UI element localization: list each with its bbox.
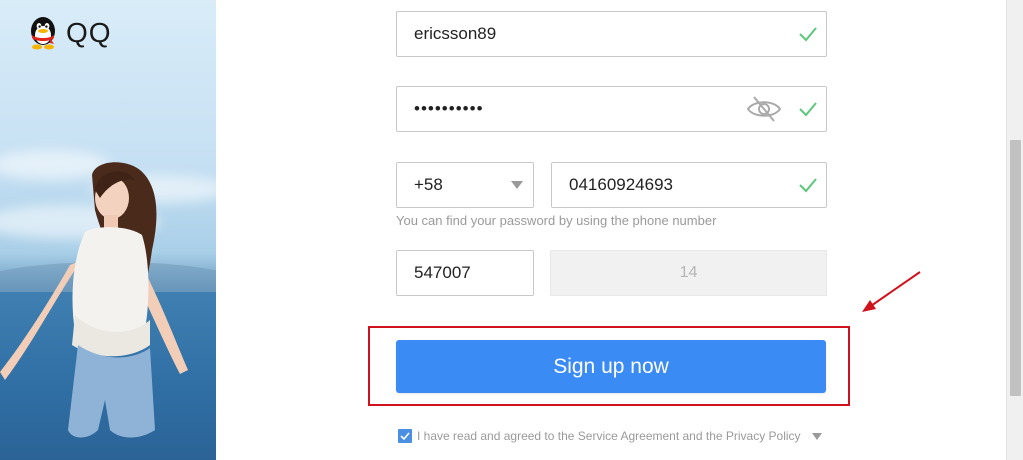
- chevron-down-icon: [511, 181, 523, 189]
- sms-code-field[interactable]: 547007: [396, 250, 534, 296]
- resend-countdown-button: 14: [550, 250, 827, 296]
- person-illustration: [0, 162, 188, 438]
- checkmark-icon: [400, 432, 410, 441]
- eye-slash-icon[interactable]: [746, 94, 782, 124]
- hero-image: QQ: [0, 0, 216, 460]
- password-value: ••••••••••: [414, 99, 484, 118]
- check-icon: [799, 102, 817, 117]
- phone-value: 04160924693: [569, 175, 674, 194]
- phone-hint: You can find your password by using the …: [396, 213, 717, 228]
- password-field[interactable]: ••••••••••: [396, 86, 827, 132]
- check-icon: [799, 178, 817, 193]
- agreement-text[interactable]: I have read and agreed to the Service Ag…: [417, 429, 801, 443]
- scrollbar[interactable]: [1006, 0, 1023, 460]
- qq-logo: QQ: [26, 14, 112, 52]
- chevron-down-icon[interactable]: [811, 432, 822, 440]
- username-field[interactable]: ericsson89: [396, 11, 827, 57]
- check-icon: [799, 27, 817, 42]
- country-code-value: +58: [414, 175, 443, 194]
- sms-code-value: 547007: [414, 263, 471, 282]
- country-code-select[interactable]: +58: [396, 162, 534, 208]
- qq-penguin-icon: [31, 17, 55, 50]
- logo-text: QQ: [66, 17, 112, 48]
- agreement-row: I have read and agreed to the Service Ag…: [398, 429, 822, 443]
- red-arrow-annotation: [862, 271, 921, 312]
- agreement-checkbox[interactable]: [398, 429, 412, 443]
- scrollbar-thumb[interactable]: [1010, 140, 1021, 396]
- phone-field[interactable]: 04160924693: [551, 162, 827, 208]
- signup-button[interactable]: Sign up now: [396, 340, 826, 393]
- username-value: ericsson89: [414, 24, 497, 43]
